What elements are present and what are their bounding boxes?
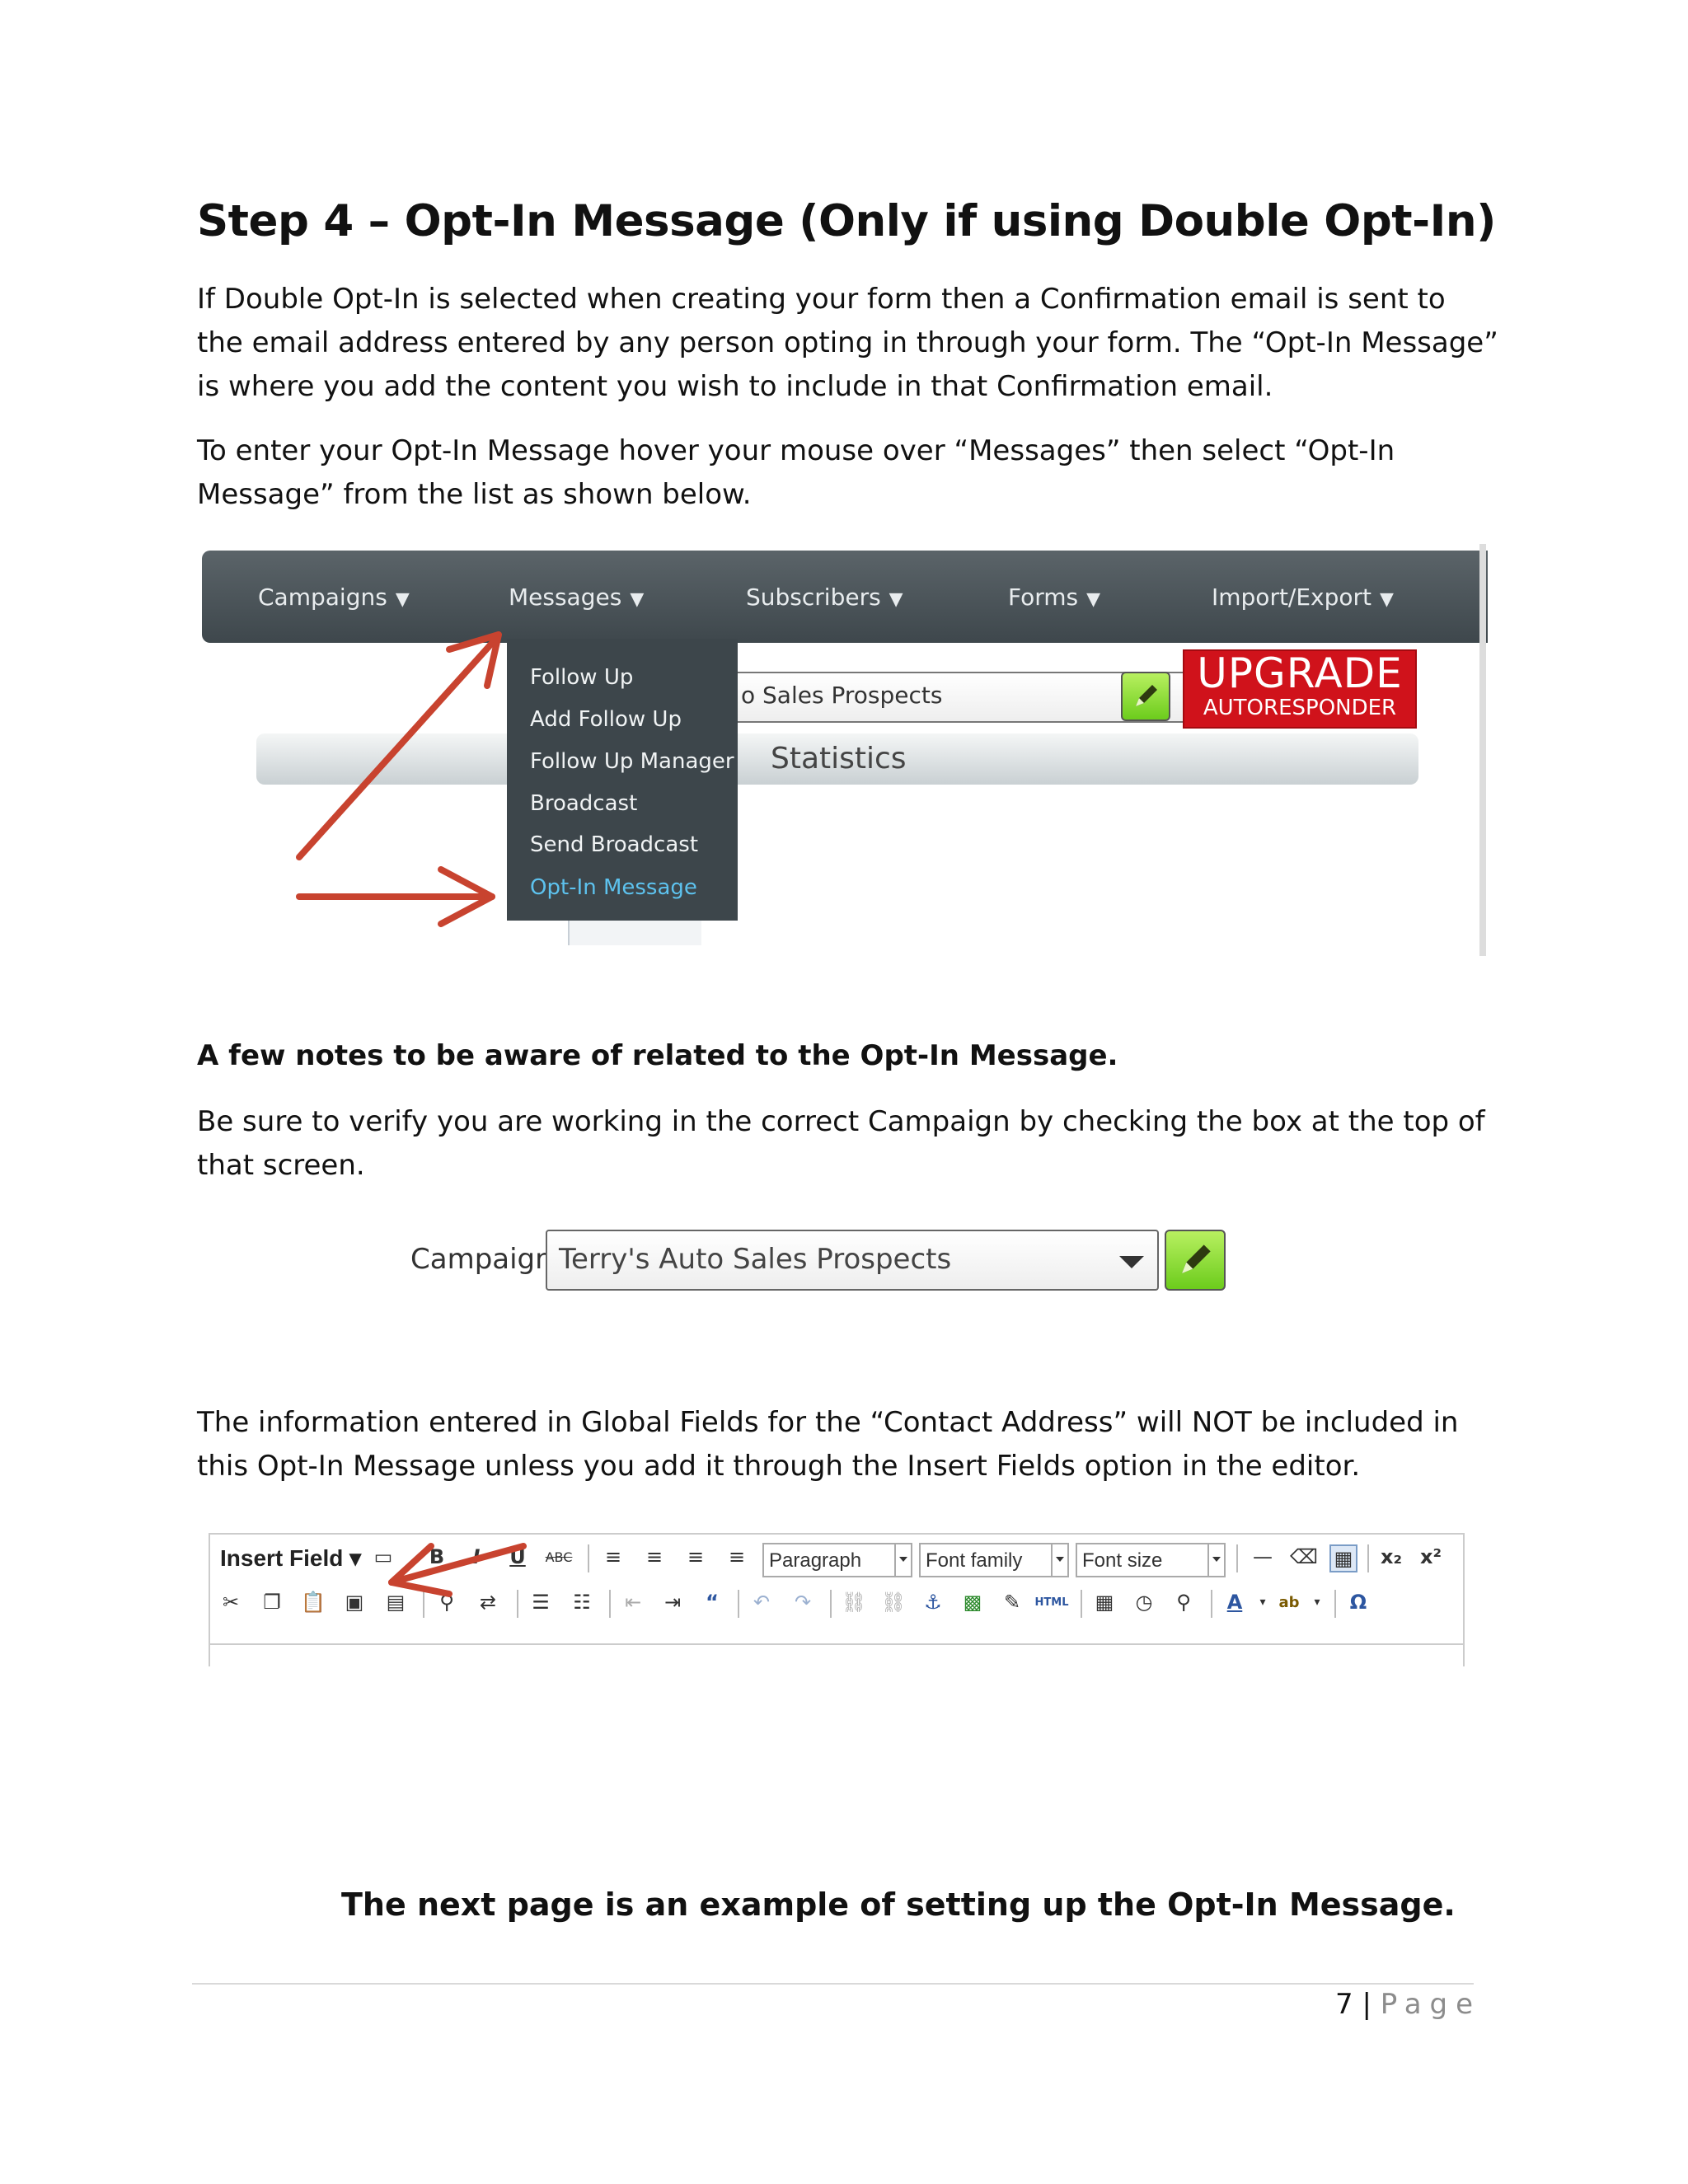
next-page-note: The next page is an example of setting u… (341, 1886, 1456, 1923)
dropdown-arrow-icon (894, 1544, 911, 1576)
dropdown-arrow-icon (1119, 1256, 1144, 1268)
nav-menu-screenshot: Campaigns ▼ Messages ▼ Subscribers ▼ Forms ▼… (202, 544, 1488, 956)
caret-down-icon: ▼ (1086, 589, 1101, 610)
strikethrough-icon[interactable]: ABC (546, 1544, 573, 1569)
toolbar-separator (1334, 1590, 1336, 1618)
pencil-icon (1182, 1244, 1211, 1273)
align-justify-icon[interactable]: ≡ (724, 1544, 749, 1569)
campaign-selector-screenshot: Campaign Terry's Auto Sales Prospects (404, 1228, 1228, 1302)
eraser-icon[interactable]: ⌫ (1290, 1544, 1318, 1569)
redo-icon[interactable]: ↷ (790, 1590, 815, 1615)
align-left-icon[interactable]: ≡ (601, 1544, 626, 1569)
font-size-select[interactable]: Font size (1076, 1543, 1226, 1577)
chevron-down-icon[interactable]: ▾ (1250, 1590, 1275, 1615)
statistics-label: Statistics (771, 742, 907, 776)
campaign-label: Campaign (410, 1243, 553, 1276)
table-icon[interactable]: ▦ (1329, 1544, 1357, 1572)
page-separator: | (1362, 1988, 1372, 2021)
preview-icon[interactable]: ⚲ (1171, 1590, 1196, 1615)
indent-icon[interactable]: ⇥ (660, 1590, 685, 1615)
toolbar-separator (588, 1544, 589, 1572)
undo-icon[interactable]: ↶ (749, 1590, 774, 1615)
page-footer: 7 | Page (1335, 1988, 1481, 2021)
page-label: Page (1380, 1988, 1482, 2021)
horizontal-rule-icon[interactable]: — (1250, 1544, 1275, 1569)
toolbar-bottom-border (210, 1643, 1463, 1645)
toolbar-separator (1367, 1544, 1369, 1572)
numbered-list-icon[interactable]: ☷ (570, 1590, 594, 1615)
edit-campaign-button[interactable] (1121, 672, 1170, 721)
highlight-color-icon[interactable]: ab (1277, 1590, 1301, 1615)
toolbar-separator (830, 1590, 832, 1618)
panel-edge (1479, 544, 1486, 956)
blockquote-icon[interactable]: “ (700, 1590, 724, 1615)
caret-down-icon: ▼ (1380, 589, 1394, 610)
outdent-icon[interactable]: ⇤ (621, 1590, 645, 1615)
edit-campaign-button[interactable] (1165, 1230, 1226, 1291)
caret-down-icon: ▼ (889, 589, 903, 610)
superscript-icon[interactable]: x² (1418, 1544, 1443, 1569)
font-size-value: Font size (1082, 1549, 1163, 1572)
paragraph-format-value: Paragraph (769, 1549, 862, 1572)
nav-import-export[interactable]: Import/Export ▼ (1212, 583, 1394, 611)
font-family-value: Font family (926, 1549, 1023, 1572)
align-right-icon[interactable]: ≡ (683, 1544, 708, 1569)
upgrade-label: UPGRADE (1197, 649, 1403, 697)
upgrade-button[interactable]: UPGRADE AUTORESPONDER (1183, 649, 1417, 729)
pencil-icon (1136, 685, 1157, 706)
special-character-icon[interactable]: Ω (1346, 1590, 1371, 1615)
global-fields-paragraph: The information entered in Global Fields… (197, 1406, 1459, 1483)
nav-forms[interactable]: Forms ▼ (1008, 583, 1100, 611)
campaign-select-value: o Sales Prospects (741, 682, 943, 709)
anchor-icon[interactable]: ⚓ (921, 1590, 945, 1615)
notes-paragraph: Be sure to verify you are working in the… (197, 1105, 1485, 1182)
dropdown-arrow-icon (1051, 1544, 1067, 1576)
toolbar-separator (738, 1590, 739, 1618)
annotation-arrows (296, 631, 502, 927)
toolbar-separator (1081, 1590, 1082, 1618)
footer-divider (192, 1983, 1474, 1985)
notes-heading: A few notes to be aware of related to th… (197, 1039, 1118, 1072)
align-center-icon[interactable]: ≡ (642, 1544, 667, 1569)
upgrade-sublabel: AUTORESPONDER (1203, 696, 1397, 720)
insert-time-icon[interactable]: ◷ (1132, 1590, 1156, 1615)
paragraph-format-select[interactable]: Paragraph (762, 1543, 912, 1577)
image-icon[interactable]: ▩ (960, 1590, 985, 1615)
intro-paragraph: If Double Opt-In is selected when creati… (197, 283, 1498, 403)
instruction-paragraph: To enter your Opt-In Message hover your … (197, 434, 1395, 511)
toolbar-separator (1236, 1544, 1238, 1572)
subscript-icon[interactable]: x₂ (1379, 1544, 1404, 1569)
unlink-icon[interactable]: ⛓ (881, 1590, 906, 1615)
campaign-dropdown-value: Terry's Auto Sales Prospects (559, 1243, 952, 1276)
editor-toolbar-screenshot: Insert Field ▾ ▭ B I U ABC ≡ ≡ ≡ ≡ Parag… (209, 1533, 1465, 1666)
nav-subscribers[interactable]: Subscribers ▼ (746, 583, 903, 611)
campaign-dropdown[interactable]: Terry's Auto Sales Prospects (546, 1230, 1159, 1291)
dropdown-arrow-icon (1207, 1544, 1224, 1576)
annotation-arrow (388, 1543, 527, 1597)
text-color-icon[interactable]: A (1222, 1590, 1247, 1615)
chevron-down-icon[interactable]: ▾ (1305, 1590, 1329, 1615)
insert-date-icon[interactable]: ▦ (1092, 1590, 1117, 1615)
font-family-select[interactable]: Font family (919, 1543, 1069, 1577)
html-source-icon[interactable]: HTML (1035, 1590, 1069, 1615)
link-icon[interactable]: ⛓ (842, 1590, 866, 1615)
page-heading: Step 4 – Opt-In Message (Only if using D… (197, 196, 1496, 246)
toolbar-separator (609, 1590, 611, 1618)
cleanup-icon[interactable]: ✎ (1000, 1590, 1025, 1615)
arrow-diagonal (296, 638, 497, 860)
toolbar-separator (1211, 1590, 1212, 1618)
page-number: 7 (1335, 1988, 1353, 2021)
